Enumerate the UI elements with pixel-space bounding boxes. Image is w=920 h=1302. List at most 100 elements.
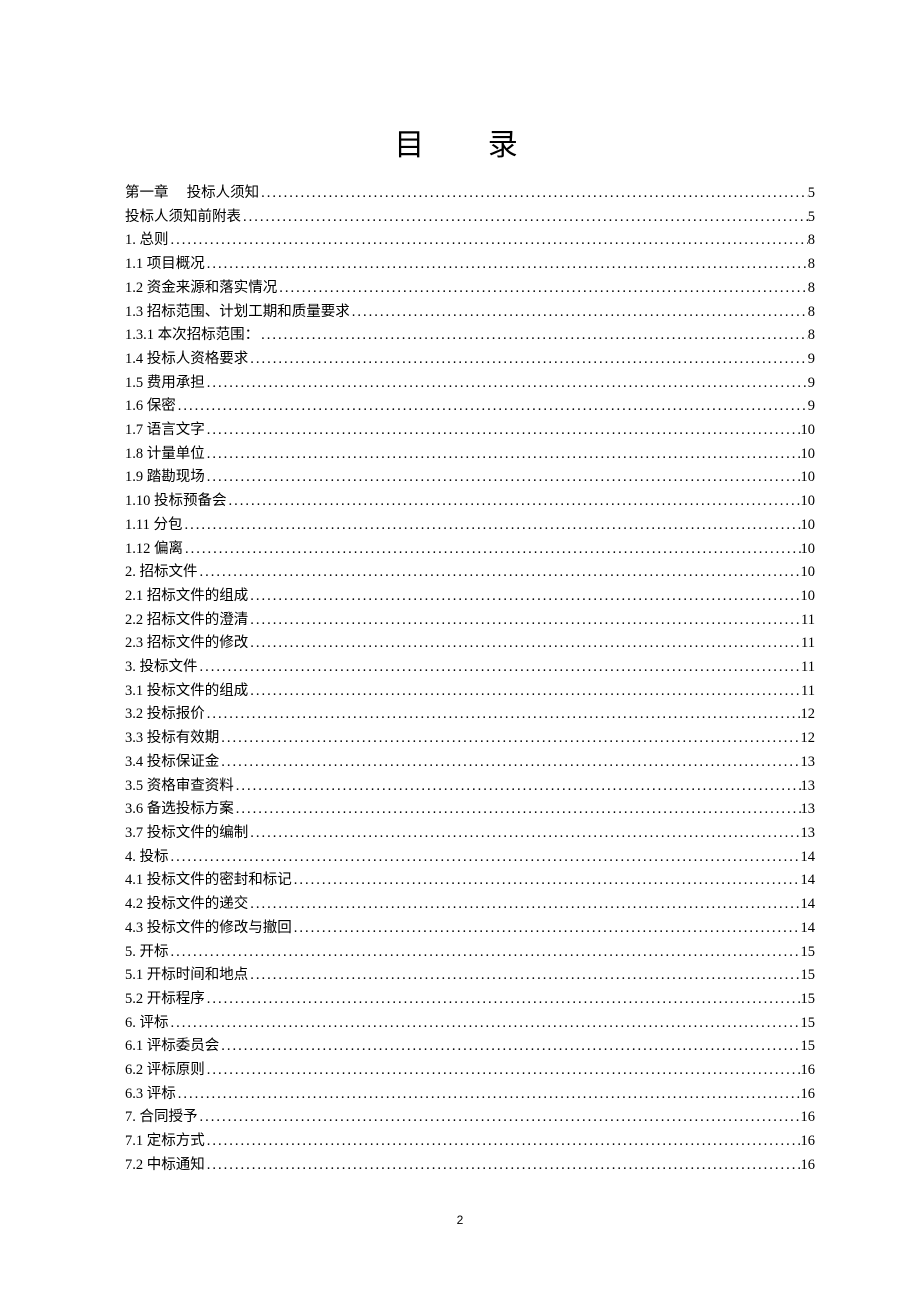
toc-entry-label: 7.1 定标方式	[125, 1130, 205, 1154]
toc-entry-page: 8	[808, 324, 815, 348]
toc-leader-dots	[182, 514, 800, 538]
toc-leader-dots	[169, 846, 801, 870]
toc-entry: 6.3 评标 16	[125, 1083, 815, 1107]
toc-entry-label: 6.2 评标原则	[125, 1059, 205, 1083]
toc-entry-page: 14	[801, 917, 816, 941]
toc-leader-dots	[292, 917, 801, 941]
toc-entry-page: 10	[801, 443, 816, 467]
toc-entry: 3. 投标文件11	[125, 656, 815, 680]
toc-entry: 3.5 资格审查资料13	[125, 775, 815, 799]
toc-leader-dots	[219, 727, 800, 751]
toc-leader-dots	[169, 1012, 801, 1036]
toc-leader-dots	[169, 229, 808, 253]
toc-entry-label: 5.1 开标时间和地点	[125, 964, 248, 988]
toc-leader-dots	[183, 538, 801, 562]
toc-entry: 3.1 投标文件的组成11	[125, 680, 815, 704]
toc-entry-label: 5.2 开标程序	[125, 988, 205, 1012]
toc-entry-label: 3.1 投标文件的组成	[125, 680, 248, 704]
toc-entry-label: 1.12 偏离	[125, 538, 183, 562]
toc-entry-label: 4. 投标	[125, 846, 169, 870]
toc-leader-dots	[248, 822, 800, 846]
toc-entry-label: 4.3 投标文件的修改与撤回	[125, 917, 292, 941]
toc-entry-page: 15	[801, 1035, 816, 1059]
toc-entry-page: 13	[801, 751, 816, 775]
toc-entry: 4.3 投标文件的修改与撤回 14	[125, 917, 815, 941]
toc-leader-dots	[259, 324, 808, 348]
toc-entry: 5.1 开标时间和地点15	[125, 964, 815, 988]
toc-entry-label: 1.8 计量单位	[125, 443, 205, 467]
toc-leader-dots	[248, 680, 801, 704]
toc-entry-label: 6. 评标	[125, 1012, 169, 1036]
toc-entry: 1.8 计量单位 10	[125, 443, 815, 467]
toc-leader-dots	[205, 1059, 801, 1083]
toc-entry: 1.1 项目概况8	[125, 253, 815, 277]
toc-entry: 5. 开标15	[125, 941, 815, 965]
toc-entry-label: 1.7 语言文字	[125, 419, 205, 443]
toc-entry: 3.4 投标保证金13	[125, 751, 815, 775]
toc-entry-label: 3.3 投标有效期	[125, 727, 219, 751]
toc-entry: 3.2 投标报价12	[125, 703, 815, 727]
toc-entry-page: 15	[801, 941, 816, 965]
toc-entry-label: 1.1 项目概况	[125, 253, 205, 277]
toc-entry-label: 1.9 踏勘现场	[125, 466, 205, 490]
toc-entry: 1. 总则 8	[125, 229, 815, 253]
toc-entry: 1.11 分包10	[125, 514, 815, 538]
toc-entry-page: 16	[801, 1106, 816, 1130]
toc-entry-label: 1.4 投标人资格要求	[125, 348, 248, 372]
toc-entry-page: 10	[801, 514, 816, 538]
toc-entry: 第一章 投标人须知5	[125, 182, 815, 206]
toc-entry-label: 3.7 投标文件的编制	[125, 822, 248, 846]
toc-leader-dots	[234, 798, 801, 822]
toc-entry-label: 3.6 备选投标方案	[125, 798, 234, 822]
toc-entry-page: 10	[801, 538, 816, 562]
toc-entry-label: 1.2 资金来源和落实情况	[125, 277, 277, 301]
toc-entry-label: 7.2 中标通知	[125, 1154, 205, 1178]
toc-entry-label: 6.3 评标	[125, 1083, 176, 1107]
toc-entry: 1.12 偏离 10	[125, 538, 815, 562]
toc-entry: 1.6 保密9	[125, 395, 815, 419]
toc-entry: 3.6 备选投标方案13	[125, 798, 815, 822]
toc-leader-dots	[219, 1035, 800, 1059]
toc-entry: 5.2 开标程序15	[125, 988, 815, 1012]
toc-leader-dots	[205, 466, 801, 490]
toc-entry: 1.10 投标预备会10	[125, 490, 815, 514]
toc-entry-page: 10	[801, 419, 816, 443]
toc-entry-label: 4.2 投标文件的递交	[125, 893, 248, 917]
toc-entry-page: 16	[801, 1154, 816, 1178]
toc-entry-label: 2.1 招标文件的组成	[125, 585, 248, 609]
toc-entry-label: 2.3 招标文件的修改	[125, 632, 248, 656]
toc-entry: 4.2 投标文件的递交14	[125, 893, 815, 917]
toc-entry: 3.7 投标文件的编制13	[125, 822, 815, 846]
toc-leader-dots	[205, 1154, 801, 1178]
toc-entry-label: 1.6 保密	[125, 395, 176, 419]
document-page: 目 录 第一章 投标人须知5投标人须知前附表51. 总则81.1 项目概况81.…	[0, 0, 920, 1218]
toc-entry: 2.3 招标文件的修改 11	[125, 632, 815, 656]
toc-leader-dots	[248, 348, 808, 372]
toc-entry-page: 13	[801, 775, 816, 799]
toc-leader-dots	[248, 964, 800, 988]
toc-leader-dots	[169, 941, 801, 965]
toc-entry-label: 1. 总则	[125, 229, 169, 253]
toc-entry: 2.2 招标文件的澄清11	[125, 609, 815, 633]
toc-entry-label: 2. 招标文件	[125, 561, 198, 585]
toc-entry-label: 1.10 投标预备会	[125, 490, 227, 514]
page-number: 2	[0, 1213, 920, 1227]
toc-entry-page: 14	[801, 869, 816, 893]
toc-entry-label: 第一章 投标人须知	[125, 182, 259, 206]
toc-entry-label: 1.3.1 本次招标范围：	[125, 324, 259, 348]
toc-entry-page: 5	[808, 206, 815, 230]
toc-entry-page: 16	[801, 1083, 816, 1107]
toc-leader-dots	[205, 988, 801, 1012]
toc-entry-page: 10	[801, 585, 816, 609]
toc-entry-page: 8	[808, 229, 815, 253]
table-of-contents: 第一章 投标人须知5投标人须知前附表51. 总则81.1 项目概况81.2 资金…	[125, 182, 815, 1178]
toc-entry: 7. 合同授予16	[125, 1106, 815, 1130]
toc-leader-dots	[241, 206, 808, 230]
toc-entry: 3.3 投标有效期12	[125, 727, 815, 751]
toc-leader-dots	[248, 609, 801, 633]
toc-entry-page: 11	[801, 632, 815, 656]
toc-leader-dots	[198, 1106, 801, 1130]
toc-entry: 1.5 费用承担9	[125, 372, 815, 396]
toc-leader-dots	[198, 656, 802, 680]
toc-leader-dots	[205, 703, 801, 727]
